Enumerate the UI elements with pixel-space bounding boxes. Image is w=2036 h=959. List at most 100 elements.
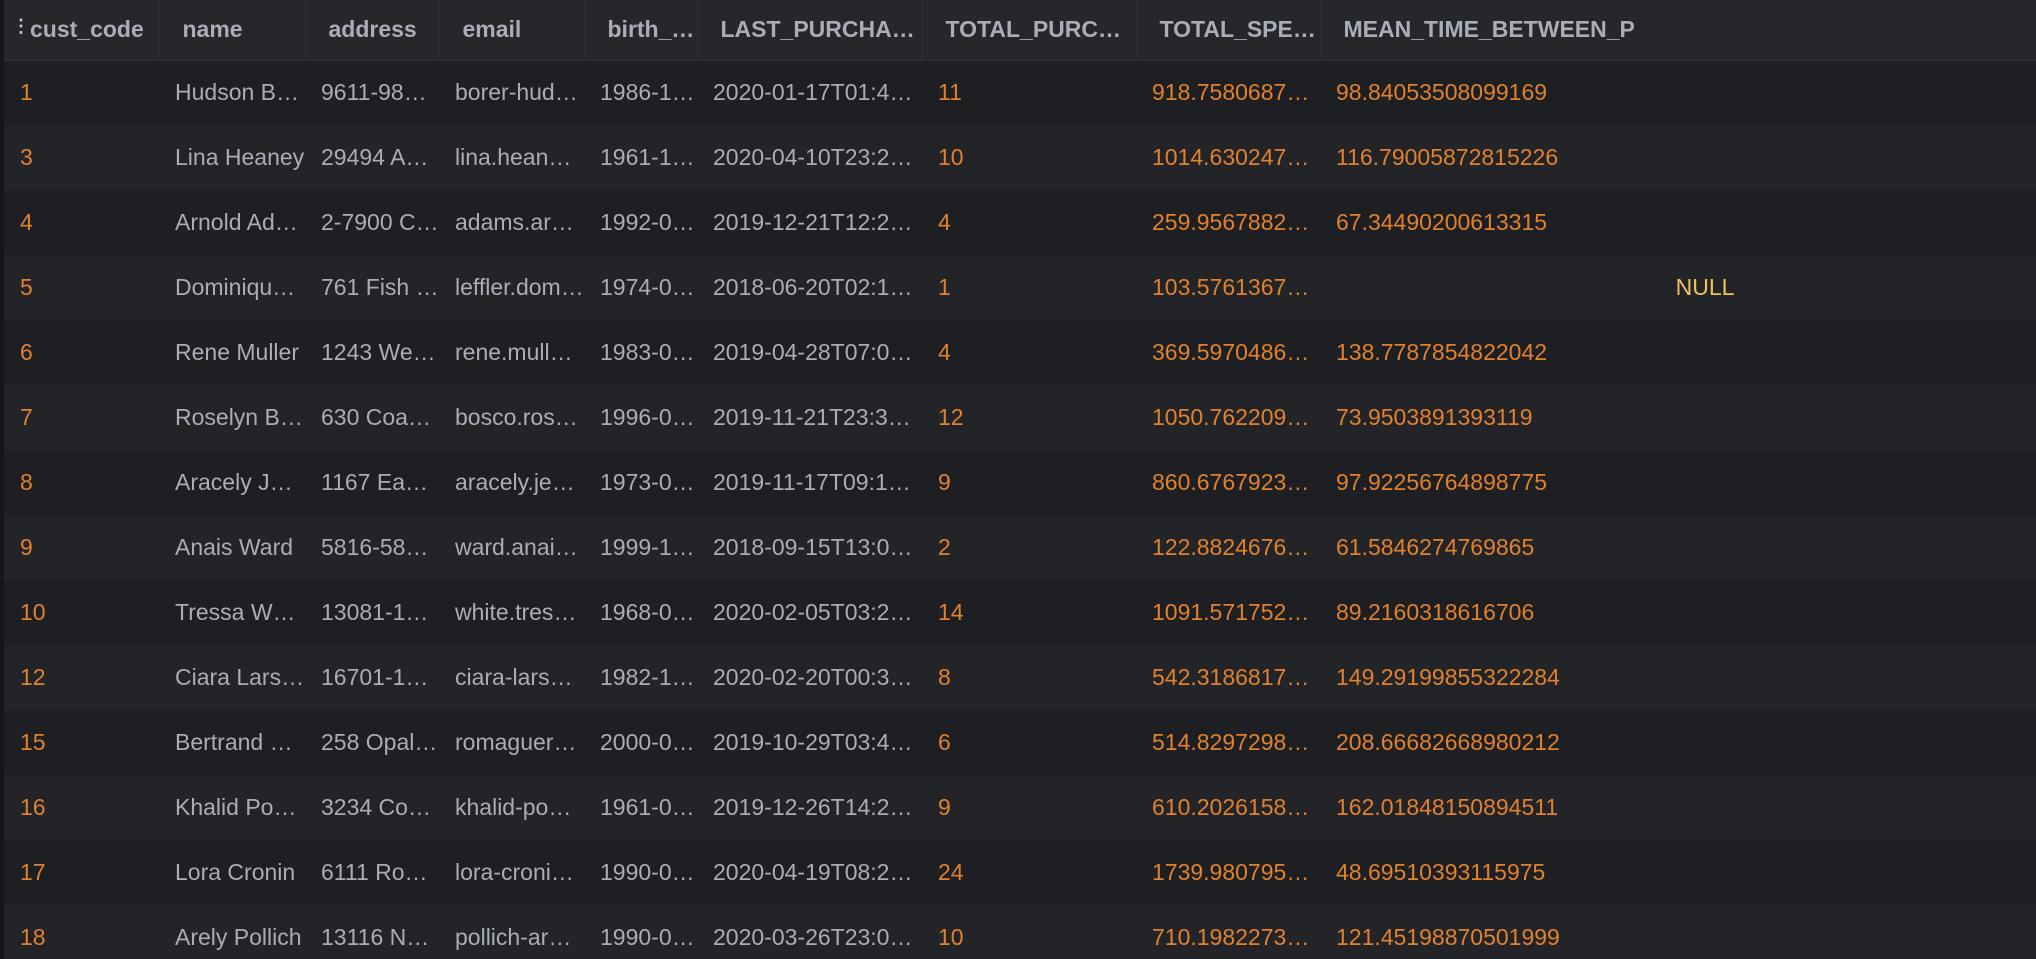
cell-birth-date[interactable]: 1986-12… — [584, 60, 697, 125]
cell-address[interactable]: 1167 East … — [305, 450, 439, 515]
cell-mean-time-between[interactable]: 89.2160318616706 — [1320, 580, 2036, 645]
table-row[interactable]: 10Tressa White13081-132…white.tressa…196… — [0, 580, 2036, 645]
column-header-birth-date[interactable]: birth_d… — [584, 0, 698, 61]
table-row[interactable]: 9Anais Ward5816-5894…ward.anais…1999-10…… — [0, 515, 2036, 580]
cell-mean-time-between[interactable]: 98.84053508099169 — [1320, 60, 2036, 125]
cell-name[interactable]: Ciara Larson — [159, 645, 305, 710]
cell-address[interactable]: 29494 And… — [305, 125, 439, 190]
cell-total-purchases[interactable]: 10 — [922, 125, 1136, 190]
cell-name[interactable]: Rene Muller — [159, 320, 305, 385]
cell-total-spend[interactable]: 1050.762209155… — [1136, 385, 1320, 450]
cell-total-spend[interactable]: 369.5970486800… — [1136, 320, 1320, 385]
column-header-total-purchases[interactable]: TOTAL_PURCHAS… — [922, 0, 1137, 61]
cell-name[interactable]: Roselyn Bos… — [159, 385, 305, 450]
cell-email[interactable]: ciara-larson… — [439, 645, 584, 710]
cell-name[interactable]: Bertrand Ro… — [159, 710, 305, 775]
cell-mean-time-between[interactable]: 162.01848150894511 — [1320, 775, 2036, 840]
cell-cust-code[interactable]: 9 — [0, 515, 159, 580]
column-header-email[interactable]: email — [439, 0, 585, 61]
cell-cust-code[interactable]: 4 — [0, 190, 159, 255]
cell-name[interactable]: Arely Pollich — [159, 905, 305, 959]
cell-address[interactable]: 1243 West… — [305, 320, 439, 385]
cell-total-purchases[interactable]: 1 — [922, 255, 1136, 320]
cell-total-purchases[interactable]: 4 — [922, 190, 1136, 255]
cell-name[interactable]: Anais Ward — [159, 515, 305, 580]
cell-total-purchases[interactable]: 14 — [922, 580, 1136, 645]
cell-mean-time-between[interactable]: 116.79005872815226 — [1320, 125, 2036, 190]
cell-total-purchases[interactable]: 9 — [922, 450, 1136, 515]
cell-total-spend[interactable]: 1739.980795908… — [1136, 840, 1320, 905]
cell-email[interactable]: romaguera.… — [439, 710, 584, 775]
table-row[interactable]: 17Lora Cronin6111 Rogu…lora-cronin…1990-… — [0, 840, 2036, 905]
cell-cust-code[interactable]: 17 — [0, 840, 159, 905]
cell-email[interactable]: leffler.domin… — [439, 255, 584, 320]
cell-email[interactable]: lora-cronin… — [439, 840, 584, 905]
cell-address[interactable]: 13116 Nort… — [305, 905, 439, 959]
cell-last-purchase[interactable]: 2020-04-10T23:29:46… — [697, 125, 922, 190]
cell-last-purchase[interactable]: 2020-01-17T01:44:37… — [697, 60, 922, 125]
cell-cust-code[interactable]: 1 — [0, 60, 159, 125]
cell-mean-time-between[interactable]: 61.5846274769865 — [1320, 515, 2036, 580]
cell-total-purchases[interactable]: 9 — [922, 775, 1136, 840]
cell-email[interactable]: borer-hudso… — [439, 60, 584, 125]
cell-birth-date[interactable]: 1990-06… — [584, 905, 697, 959]
cell-last-purchase[interactable]: 2019-04-28T07:01:15… — [697, 320, 922, 385]
cell-total-spend[interactable]: 122.8824676282… — [1136, 515, 1320, 580]
cell-total-purchases[interactable]: 10 — [922, 905, 1136, 959]
cell-total-purchases[interactable]: 8 — [922, 645, 1136, 710]
column-header-mean-time-between[interactable]: MEAN_TIME_BETWEEN_P — [1320, 0, 2036, 61]
cell-cust-code[interactable]: 8 — [0, 450, 159, 515]
table-row[interactable]: 18Arely Pollich13116 Nort…pollich-arely…… — [0, 905, 2036, 959]
cell-cust-code[interactable]: 15 — [0, 710, 159, 775]
cell-name[interactable]: Dominique L… — [159, 255, 305, 320]
cell-last-purchase[interactable]: 2019-12-21T12:23:13… — [697, 190, 922, 255]
column-header-address[interactable]: address — [305, 0, 440, 61]
cell-mean-time-between[interactable]: 73.9503891393119 — [1320, 385, 2036, 450]
table-row[interactable]: 7Roselyn Bos…630 Coake…bosco.rosel…1996-… — [0, 385, 2036, 450]
cell-last-purchase[interactable]: 2020-02-05T03:28:52… — [697, 580, 922, 645]
cell-email[interactable]: aracely.jenki… — [439, 450, 584, 515]
cell-last-purchase[interactable]: 2019-11-21T23:35:02.… — [697, 385, 922, 450]
cell-address[interactable]: 761 Fish H… — [305, 255, 439, 320]
cell-birth-date[interactable]: 1990-02… — [584, 840, 697, 905]
table-row[interactable]: 8Aracely Jen…1167 East …aracely.jenki…19… — [0, 450, 2036, 515]
cell-cust-code[interactable]: 3 — [0, 125, 159, 190]
cell-last-purchase[interactable]: 2018-06-20T02:18:00… — [697, 255, 922, 320]
cell-total-spend[interactable]: 918.7580687819… — [1136, 60, 1320, 125]
cell-cust-code[interactable]: 18 — [0, 905, 159, 959]
cell-cust-code[interactable]: 12 — [0, 645, 159, 710]
cell-cust-code[interactable]: 7 — [0, 385, 159, 450]
cell-total-spend[interactable]: 1014.630247143… — [1136, 125, 1320, 190]
cell-email[interactable]: pollich-arely… — [439, 905, 584, 959]
table-row[interactable]: 15Bertrand Ro…258 Opal …romaguera.…2000-… — [0, 710, 2036, 775]
cell-birth-date[interactable]: 1982-12… — [584, 645, 697, 710]
cell-total-purchases[interactable]: 12 — [922, 385, 1136, 450]
cell-address[interactable]: 5816-5894… — [305, 515, 439, 580]
cell-mean-time-between[interactable]: 121.45198870501999 — [1320, 905, 2036, 959]
cell-name[interactable]: Aracely Jen… — [159, 450, 305, 515]
cell-birth-date[interactable]: 1996-01… — [584, 385, 697, 450]
cell-name[interactable]: Lina Heaney — [159, 125, 305, 190]
table-row[interactable]: 1Hudson Borer9611-9809 …borer-hudso…1986… — [0, 60, 2036, 125]
cell-mean-time-between[interactable]: 138.7787854822042 — [1320, 320, 2036, 385]
cell-birth-date[interactable]: 1999-10… — [584, 515, 697, 580]
cell-last-purchase[interactable]: 2019-10-29T03:41:26… — [697, 710, 922, 775]
cell-birth-date[interactable]: 1961-12… — [584, 125, 697, 190]
cell-mean-time-between[interactable]: 67.34490200613315 — [1320, 190, 2036, 255]
cell-total-spend[interactable]: 610.2026158959… — [1136, 775, 1320, 840]
cell-address[interactable]: 3234 Coun… — [305, 775, 439, 840]
cell-birth-date[interactable]: 1973-06… — [584, 450, 697, 515]
cell-mean-time-between[interactable]: 48.69510393115975 — [1320, 840, 2036, 905]
cell-cust-code[interactable]: 5 — [0, 255, 159, 320]
cell-email[interactable]: white.tressa… — [439, 580, 584, 645]
cell-mean-time-between[interactable]: 97.92256764898775 — [1320, 450, 2036, 515]
cell-total-purchases[interactable]: 2 — [922, 515, 1136, 580]
table-row[interactable]: 6Rene Muller1243 West…rene.muller…1983-0… — [0, 320, 2036, 385]
cell-name[interactable]: Hudson Borer — [159, 60, 305, 125]
cell-total-spend[interactable]: 103.5761367168… — [1136, 255, 1320, 320]
cell-cust-code[interactable]: 6 — [0, 320, 159, 385]
cell-last-purchase[interactable]: 2018-09-15T13:06:14… — [697, 515, 922, 580]
cell-email[interactable]: ward.anais… — [439, 515, 584, 580]
cell-address[interactable]: 16701-167… — [305, 645, 439, 710]
cell-birth-date[interactable]: 1983-03… — [584, 320, 697, 385]
